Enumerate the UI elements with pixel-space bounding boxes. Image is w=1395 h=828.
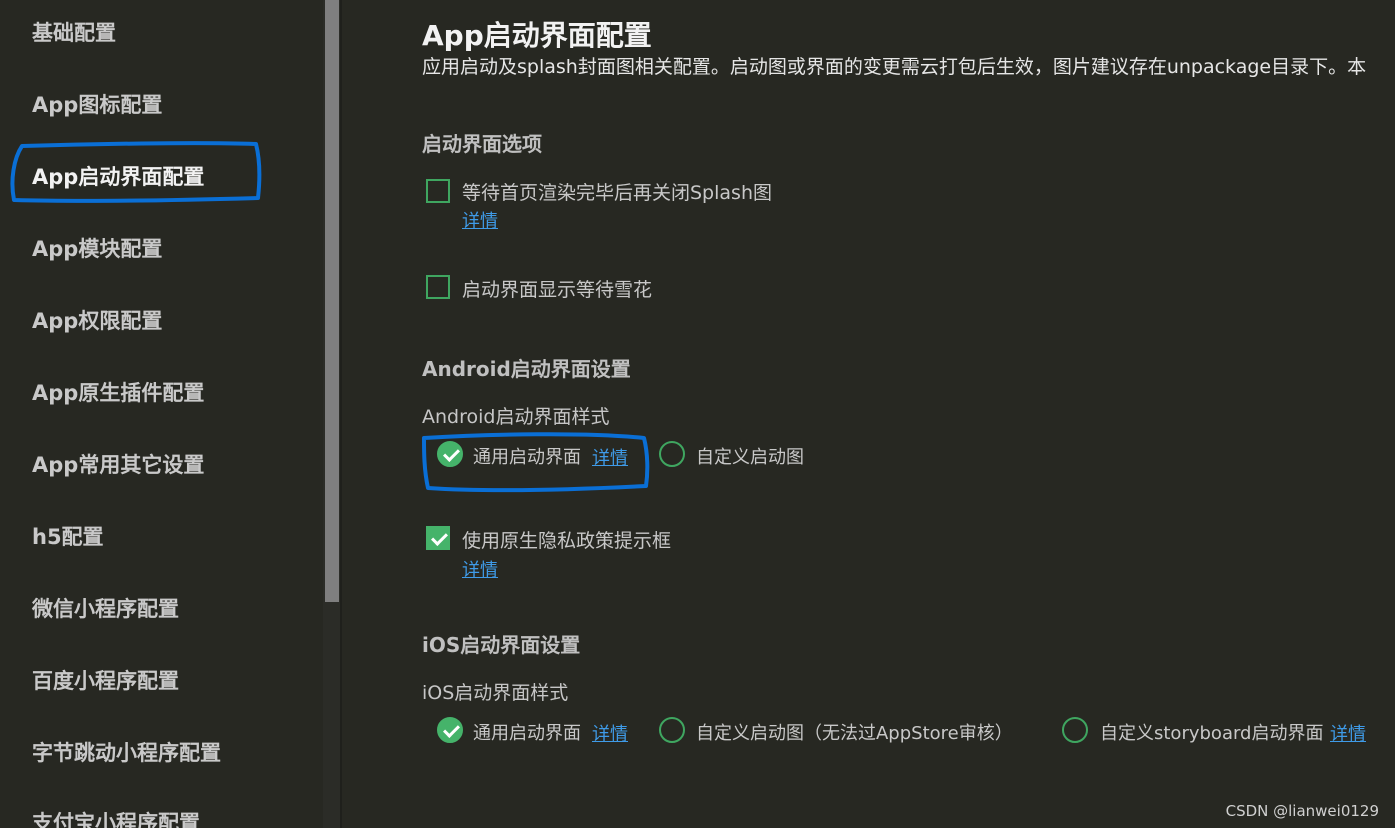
sidebar-item-app-splash[interactable]: App启动界面配置 bbox=[32, 161, 204, 191]
sidebar-item-app-icon[interactable]: App图标配置 bbox=[32, 89, 162, 119]
page-title: App启动界面配置 bbox=[422, 19, 652, 52]
android-radio-generic[interactable] bbox=[437, 441, 463, 467]
page-description: 应用启动及splash封面图相关配置。启动图或界面的变更需云打包后生效，图片建议… bbox=[422, 56, 1367, 78]
watermark: CSDN @lianwei0129 bbox=[1225, 802, 1379, 820]
ios-generic-details-link[interactable]: 详情 bbox=[592, 720, 628, 746]
ios-radio-custom-image[interactable] bbox=[659, 717, 685, 743]
sidebar-item-basic[interactable]: 基础配置 bbox=[32, 17, 116, 47]
ios-style-label: iOS启动界面样式 bbox=[422, 682, 569, 704]
ios-generic-label: 通用启动界面 bbox=[473, 723, 581, 744]
sidebar-item-h5[interactable]: h5配置 bbox=[32, 521, 104, 551]
sidebar-item-alipay-miniprogram[interactable]: 支付宝小程序配置 bbox=[32, 807, 200, 828]
show-snow-label: 启动界面显示等待雪花 bbox=[462, 279, 653, 301]
wait-render-details-link[interactable]: 详情 bbox=[462, 207, 498, 233]
sidebar-scrollbar-thumb[interactable] bbox=[325, 0, 339, 602]
android-section-heading: Android启动界面设置 bbox=[422, 357, 631, 381]
sidebar-item-bytedance-miniprogram[interactable]: 字节跳动小程序配置 bbox=[32, 737, 221, 767]
android-radio-custom-image[interactable] bbox=[659, 441, 685, 467]
privacy-dialog-label: 使用原生隐私政策提示框 bbox=[462, 530, 672, 552]
wait-render-label: 等待首页渲染完毕后再关闭Splash图 bbox=[462, 182, 772, 204]
ios-section-heading: iOS启动界面设置 bbox=[422, 633, 581, 657]
sidebar-item-baidu-miniprogram[interactable]: 百度小程序配置 bbox=[32, 665, 179, 695]
ios-radio-custom-storyboard[interactable] bbox=[1062, 717, 1088, 743]
launch-options-heading: 启动界面选项 bbox=[422, 132, 542, 156]
android-generic-details-link[interactable]: 详情 bbox=[592, 444, 628, 470]
ios-custom-image-label: 自定义启动图（无法过AppStore审核） bbox=[696, 723, 1013, 744]
privacy-dialog-details-link[interactable]: 详情 bbox=[462, 556, 498, 582]
wait-render-checkbox[interactable] bbox=[426, 179, 450, 203]
sidebar-item-app-native-plugins[interactable]: App原生插件配置 bbox=[32, 377, 204, 407]
android-custom-image-label: 自定义启动图 bbox=[696, 447, 804, 468]
ios-radio-generic[interactable] bbox=[437, 717, 463, 743]
ios-custom-storyboard-label: 自定义storyboard启动界面 bbox=[1100, 723, 1324, 744]
show-snow-checkbox[interactable] bbox=[426, 275, 450, 299]
sidebar-item-wechat-miniprogram[interactable]: 微信小程序配置 bbox=[32, 593, 179, 623]
android-style-label: Android启动界面样式 bbox=[422, 406, 610, 428]
android-generic-label: 通用启动界面 bbox=[473, 447, 581, 468]
sidebar-item-app-other-settings[interactable]: App常用其它设置 bbox=[32, 449, 204, 479]
sidebar-item-app-modules[interactable]: App模块配置 bbox=[32, 233, 162, 263]
ios-storyboard-details-link[interactable]: 详情 bbox=[1330, 720, 1366, 746]
settings-sidebar: 基础配置 App图标配置 App启动界面配置 App模块配置 App权限配置 A… bbox=[0, 0, 323, 828]
sidebar-item-app-permissions[interactable]: App权限配置 bbox=[32, 305, 162, 335]
privacy-dialog-checkbox[interactable] bbox=[426, 526, 450, 550]
splash-config-panel: App启动界面配置 应用启动及splash封面图相关配置。启动图或界面的变更需云… bbox=[342, 0, 1395, 828]
